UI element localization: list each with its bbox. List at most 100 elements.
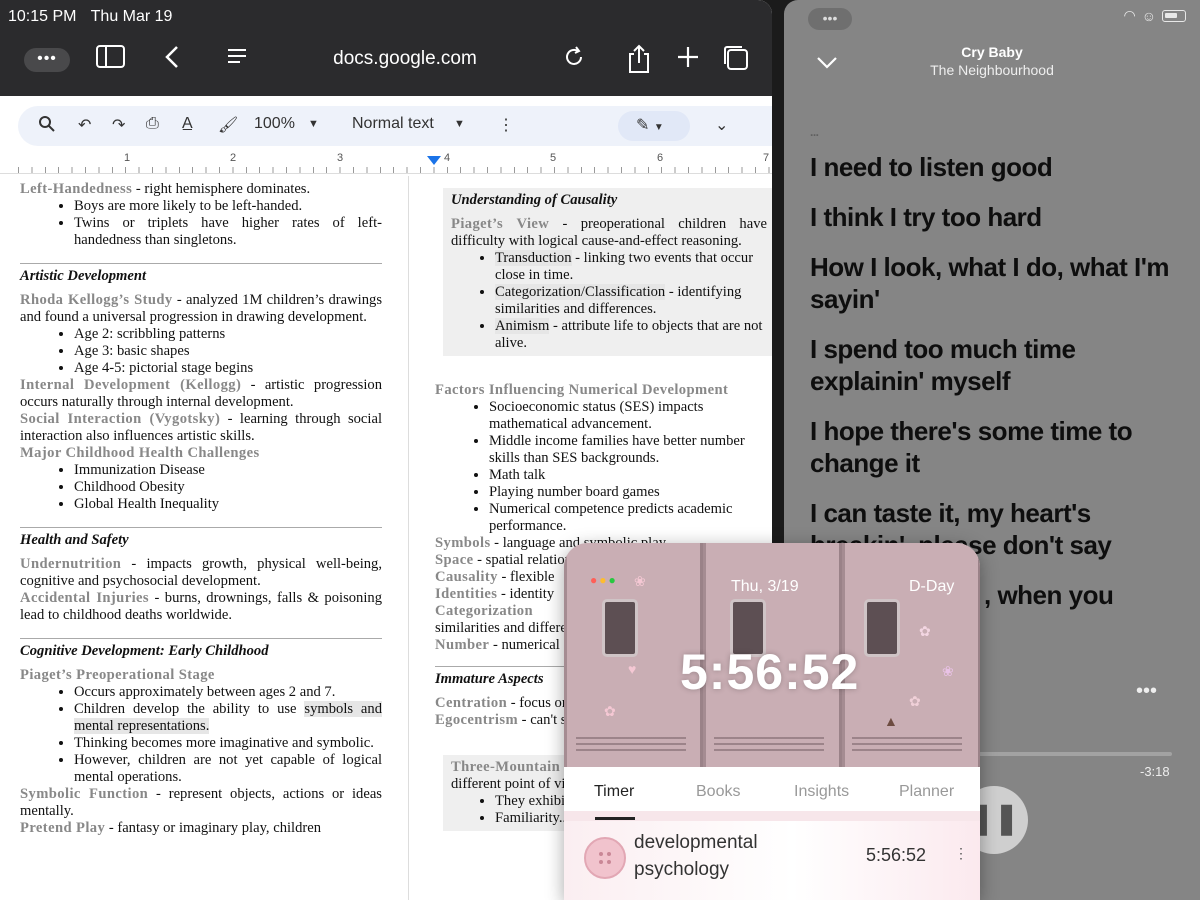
definition: - flexible <box>497 569 555 585</box>
lyric-line[interactable]: How I look, what I do, what I'm sayin' <box>810 251 1190 315</box>
section-heading: Cognitive Development: Early Childhood <box>20 638 382 667</box>
subject-line: psychology <box>634 859 730 880</box>
more-options-icon[interactable]: ⋮ <box>498 115 514 135</box>
definition: - right hemisphere dominates. <box>132 181 311 197</box>
term: Accidental Injuries <box>20 590 149 606</box>
status-bar: 10:15 PM Thu Mar 19 <box>8 8 172 26</box>
sticker-icon: ✿ <box>919 623 931 639</box>
term: Factors Influencing Numerical Developmen… <box>435 382 729 398</box>
chevron-down-icon[interactable] <box>816 50 838 76</box>
bullet-term: Animism <box>495 318 550 334</box>
zoom-select[interactable]: 100% <box>254 115 295 133</box>
doc-column-left[interactable]: Left-Handedness - right hemisphere domin… <box>20 181 382 837</box>
bullet: Age 4-5: pictorial stage begins <box>74 360 382 377</box>
subject-row[interactable]: developmental psychology 5:56:52 ⋮ <box>564 821 980 900</box>
tab-timer[interactable]: Timer <box>594 783 634 801</box>
ruler-number: 6 <box>657 152 664 164</box>
redo-icon[interactable]: ↷ <box>112 115 125 135</box>
progress-bar[interactable] <box>974 752 1172 756</box>
ruler-number: 4 <box>444 152 451 164</box>
status-icons: ◠ ☺ <box>1123 7 1186 24</box>
bullet: Categorization/Classification - identify… <box>495 284 767 318</box>
term: Internal Development (Kellogg) <box>20 377 242 393</box>
widget-date: Thu, 3/19 <box>731 578 799 595</box>
style-chevron-icon[interactable]: ▼ <box>454 118 465 130</box>
paint-format-icon[interactable]: 🖌︎ <box>218 115 238 135</box>
spellcheck-icon[interactable]: A̲ <box>182 115 193 133</box>
bullet: Children develop the ability to use symb… <box>74 701 382 735</box>
button-icon[interactable] <box>584 837 626 879</box>
indent-marker[interactable] <box>427 156 441 165</box>
back-icon[interactable] <box>164 44 180 77</box>
bullet: Middle income families have better numbe… <box>489 433 772 467</box>
lyric-line[interactable]: I spend too much time explainin' myself <box>810 333 1190 397</box>
section-heading: Health and Safety <box>20 527 382 556</box>
collapse-chevron-icon[interactable]: ⌄ <box>715 115 728 135</box>
artist-name[interactable]: The Neighbourhood <box>884 62 1100 78</box>
definition: - spatial relations <box>473 552 578 568</box>
bullet: Transduction - linking two events that o… <box>495 250 767 284</box>
bullet: Occurs approximately between ages 2 and … <box>74 684 382 701</box>
bullet-term: Transduction <box>495 250 572 266</box>
more-options-icon[interactable]: ⋮ <box>954 845 968 862</box>
term: Symbolic Function <box>20 786 149 802</box>
term: Major Childhood Health Challenges <box>20 445 260 461</box>
style-select[interactable]: Normal text <box>352 115 434 133</box>
term: Egocentrism <box>435 712 519 728</box>
bullet: Childhood Obesity <box>74 479 382 496</box>
ruler-number: 5 <box>550 152 557 164</box>
lyric-line[interactable]: I hope there's some time to change it <box>810 415 1190 479</box>
search-icon[interactable] <box>38 115 56 138</box>
bullet: Thinking becomes more imaginative and sy… <box>74 735 382 752</box>
ruler-ticks <box>18 167 772 173</box>
wifi-icon: ◠ <box>1123 7 1136 23</box>
sticker-icon: ♥ <box>628 661 637 677</box>
sidebar-icon[interactable] <box>96 44 126 77</box>
lyric-line[interactable]: I think I try too hard <box>810 201 1190 233</box>
tab-planner[interactable]: Planner <box>899 783 954 801</box>
term: Categorization <box>435 603 534 619</box>
definition: - numerical <box>489 637 560 653</box>
edit-mode-button[interactable]: ✎ ▼ <box>618 111 690 141</box>
locker-vent <box>852 733 962 751</box>
focus-icon: ☺ <box>1141 7 1156 24</box>
window-controls[interactable]: ●●● <box>590 573 618 587</box>
screen: 10:15 PM Thu Mar 19 ◠ ☺ ••• docs.google.… <box>0 0 1200 900</box>
bullet-text: Children develop the ability to use <box>74 701 305 717</box>
reader-icon[interactable] <box>226 44 248 77</box>
lyric-line[interactable]: , when you <box>984 579 1164 611</box>
bullet: Age 2: scribbling patterns <box>74 326 382 343</box>
lyric-line-faint: ... <box>810 125 819 139</box>
address-bar[interactable]: docs.google.com <box>300 48 510 70</box>
locker-vent <box>714 733 824 751</box>
reload-icon[interactable] <box>562 44 586 77</box>
section-heading: Understanding of Causality <box>451 192 618 208</box>
bullet-term: Categorization/Classification <box>495 284 666 300</box>
bullet: Playing number board games <box>489 484 772 501</box>
undo-icon[interactable]: ↶ <box>78 115 91 135</box>
tab-books[interactable]: Books <box>696 783 740 801</box>
tab-insights[interactable]: Insights <box>794 783 849 801</box>
print-icon[interactable]: ⎙ <box>146 115 159 133</box>
multitask-button[interactable]: ••• <box>808 8 852 30</box>
definition: - identity <box>497 586 555 602</box>
term: Symbols <box>435 535 491 551</box>
sticker-icon: ✿ <box>909 693 921 709</box>
share-icon[interactable] <box>626 44 652 81</box>
term: Space <box>435 552 474 568</box>
causality-block: Understanding of Causality Piaget’s View… <box>443 188 772 356</box>
active-tab-indicator <box>595 817 635 820</box>
term: Three-Mountain <box>451 759 561 775</box>
lyric-line[interactable]: I need to listen good <box>810 151 1190 183</box>
tabs-overview-icon[interactable] <box>722 44 750 79</box>
bullet: Immunization Disease <box>74 462 382 479</box>
sticker-icon: ❀ <box>942 663 954 679</box>
term: Number <box>435 637 490 653</box>
new-tab-icon[interactable] <box>676 44 700 77</box>
multitask-button[interactable]: ••• <box>24 48 70 72</box>
term: Causality <box>435 569 498 585</box>
ruler-number: 1 <box>124 152 131 164</box>
zoom-chevron-icon[interactable]: ▼ <box>308 118 319 130</box>
term: Left-Handedness <box>20 181 133 197</box>
more-options-icon[interactable]: ••• <box>1136 680 1157 703</box>
